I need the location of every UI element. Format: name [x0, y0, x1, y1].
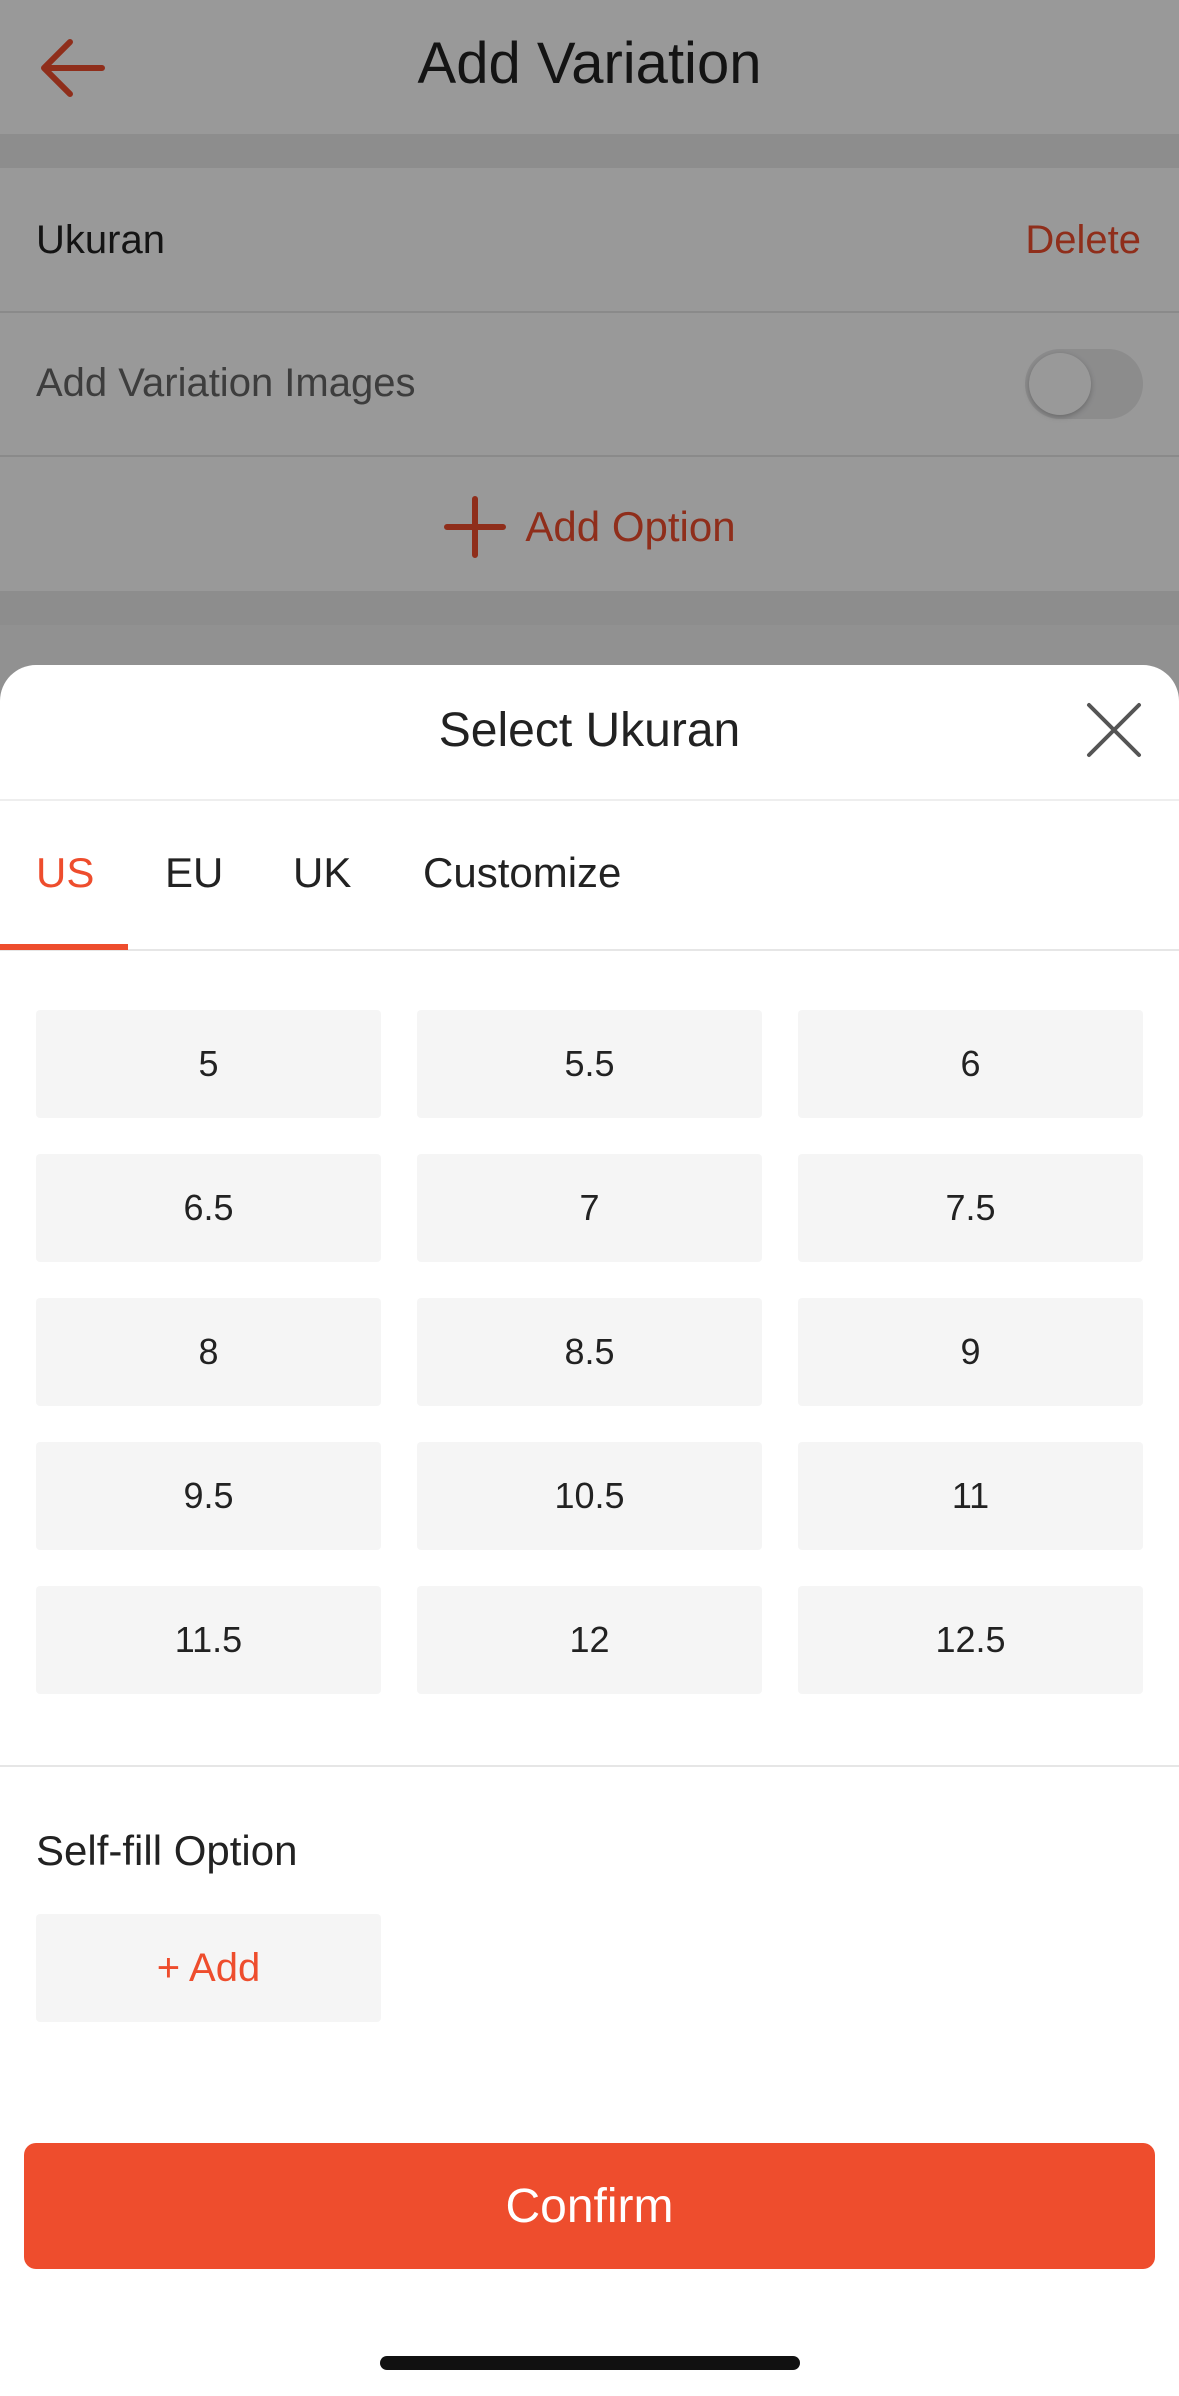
home-indicator [380, 2356, 800, 2370]
size-option[interactable]: 5.5 [417, 1010, 762, 1118]
add-custom-option-button[interactable]: + Add [36, 1914, 381, 2022]
size-options-grid: 5 5.5 6 6.5 7 7.5 8 8.5 9 9.5 10.5 11 11… [36, 1010, 1143, 1694]
tab-eu[interactable]: EU [165, 849, 223, 897]
confirm-button[interactable]: Confirm [24, 2143, 1155, 2269]
size-option[interactable]: 9.5 [36, 1442, 381, 1550]
size-option[interactable]: 6.5 [36, 1154, 381, 1262]
tab-customize[interactable]: Customize [423, 849, 621, 897]
self-fill-label: Self-fill Option [36, 1827, 298, 1874]
active-tab-indicator [0, 944, 128, 950]
section-divider [0, 1765, 1179, 1767]
size-option[interactable]: 12 [417, 1586, 762, 1694]
sheet-title: Select Ukuran [438, 704, 741, 757]
size-option[interactable]: 7.5 [798, 1154, 1143, 1262]
size-option[interactable]: 10.5 [417, 1442, 762, 1550]
tab-uk[interactable]: UK [293, 849, 351, 897]
size-option[interactable]: 8.5 [417, 1298, 762, 1406]
size-option[interactable]: 5 [36, 1010, 381, 1118]
close-icon[interactable] [1083, 699, 1145, 761]
size-option[interactable]: 8 [36, 1298, 381, 1406]
size-option[interactable]: 9 [798, 1298, 1143, 1406]
tab-us[interactable]: US [36, 849, 94, 897]
size-option[interactable]: 6 [798, 1010, 1143, 1118]
size-option[interactable]: 11.5 [36, 1586, 381, 1694]
select-size-sheet: Select Ukuran US EU UK Customize 5 5.5 6… [0, 665, 1179, 2396]
size-option[interactable]: 12.5 [798, 1586, 1143, 1694]
size-standard-tabs: US EU UK Customize [0, 801, 1179, 951]
size-option[interactable]: 11 [798, 1442, 1143, 1550]
sheet-header: Select Ukuran [0, 665, 1179, 801]
size-option[interactable]: 7 [417, 1154, 762, 1262]
